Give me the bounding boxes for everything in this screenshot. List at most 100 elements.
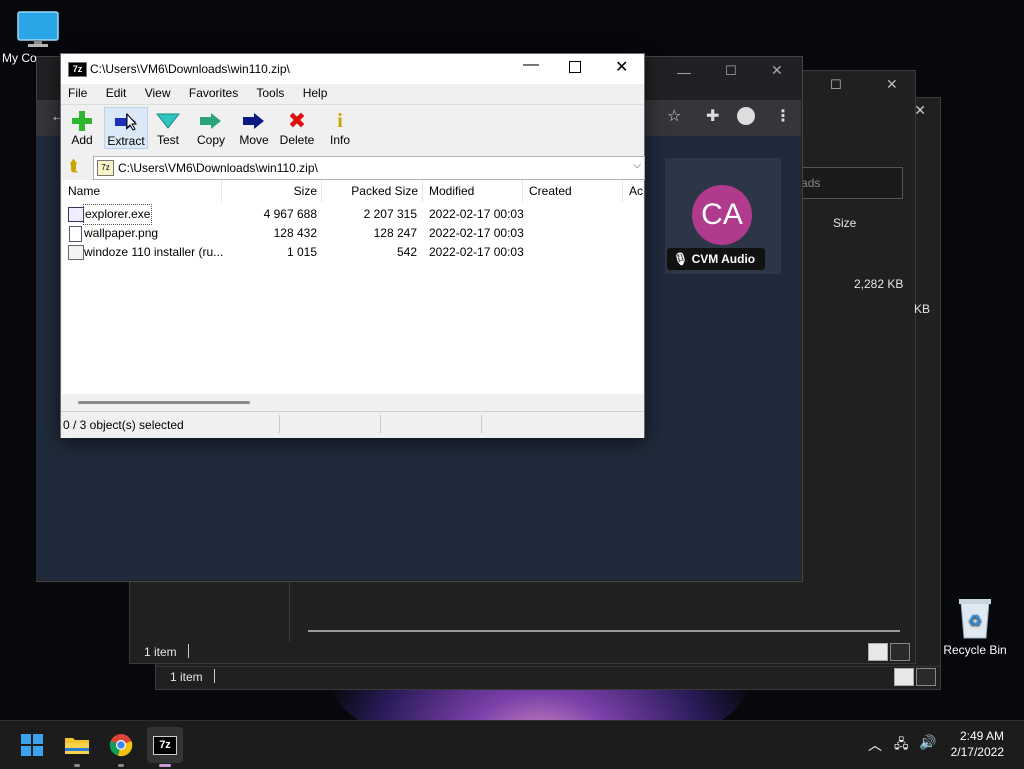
close-button[interactable]: ✕ [615,57,628,77]
chevron-up-icon[interactable]: ︿ [868,735,882,755]
column-modified[interactable]: Modified [423,180,523,202]
sevenzip-window[interactable]: 7z C:\Users\VM6\Downloads\win110.zip\ — … [60,53,645,438]
column-size[interactable]: Size [222,180,322,202]
folder-icon [65,738,89,754]
svg-text:♻: ♻ [968,613,982,630]
divider [156,666,940,667]
star-icon[interactable]: ☆ [667,106,681,126]
close-icon[interactable]: ✕ [771,62,783,79]
divider [279,415,280,433]
column-name[interactable]: Name [62,180,222,202]
address-bar[interactable]: 7z C:\Users\VM6\Downloads\win110.zip\ ⌵ [93,156,645,180]
column-size-header[interactable]: Size [802,208,903,238]
chevron-down-icon[interactable]: ⌵ [633,160,641,171]
menu-help[interactable]: Help [303,86,328,100]
test-icon [147,109,189,133]
extensions-icon[interactable]: ✚ [706,106,719,126]
file-name: explorer.exe [82,204,153,225]
menu-view[interactable]: View [145,86,171,100]
menu-edit[interactable]: Edit [106,86,127,100]
file-row[interactable]: explorer.exe 4 967 688 2 207 315 2022-02… [62,204,643,225]
menu-dots-icon[interactable]: ⋮ [775,106,791,126]
details-view-icon[interactable] [894,668,914,686]
tiles-view-icon[interactable] [916,668,936,686]
divider [380,415,381,433]
clock[interactable]: 2:49 AM 2/17/2022 [944,729,1004,759]
move-button[interactable]: Move [233,109,275,147]
move-arrow-icon [233,109,275,133]
window-title: C:\Users\VM6\Downloads\win110.zip\ [90,62,290,76]
maximize-button[interactable] [569,61,581,73]
close-icon[interactable]: ✕ [886,76,898,93]
minimize-button[interactable]: — [523,56,539,74]
7zip-app-icon: 7z [68,62,87,77]
file-modified: 2022-02-17 00:03 [429,207,524,221]
title-bar[interactable]: 7z C:\Users\VM6\Downloads\win110.zip\ — … [61,54,644,84]
column-packed-size[interactable]: Packed Size [322,180,423,202]
start-button[interactable] [14,727,50,763]
chrome-icon [109,734,133,757]
file-modified: 2022-02-17 00:03 [429,226,524,240]
active-indicator [159,764,171,767]
clock-date: 2/17/2022 [950,745,1004,759]
copy-button[interactable]: Copy [190,109,232,147]
file-list[interactable]: Name Size Packed Size Modified Created A… [62,180,643,411]
pane-divider [289,576,290,642]
menu-file[interactable]: File [68,86,87,100]
exe-file-icon [68,207,84,222]
close-icon[interactable]: ✕ [914,102,926,119]
profile-icon[interactable] [737,107,755,125]
horizontal-scrollbar[interactable] [308,630,900,632]
maximize-icon[interactable]: ☐ [830,77,842,93]
delete-x-icon: ✖ [287,108,307,133]
folder-up-icon[interactable]: ⮬ [64,157,84,177]
7zip-taskbar-button[interactable]: 7z [147,727,183,763]
volume-icon[interactable]: 🔊 [919,734,936,751]
menu-tools[interactable]: Tools [256,86,284,100]
file-explorer-taskbar-button[interactable] [59,727,95,763]
menu-favorites[interactable]: Favorites [189,86,238,100]
add-button[interactable]: Add [61,109,103,147]
copy-arrow-icon [190,109,232,133]
file-row[interactable]: wallpaper.png 128 432 128 247 2022-02-17… [62,224,643,243]
running-indicator [74,764,80,767]
monitor-icon [17,11,59,47]
image-file-icon [69,226,82,242]
desktop-icon-recycle-bin[interactable]: ♻ Recycle Bin [940,596,1010,657]
file-row[interactable]: windoze 110 installer (ru... 1 015 542 2… [62,243,643,262]
info-button[interactable]: i Info [319,109,361,148]
file-packed-size: 128 247 [373,226,417,240]
desktop-icon-label: Recycle Bin [943,643,1007,657]
column-created[interactable]: Created [523,180,623,202]
details-view-icon[interactable] [868,643,888,661]
participant-tile[interactable]: CA 🎙 CVM Audio [665,158,781,274]
tiles-view-icon[interactable] [890,643,910,661]
file-size-partial: KB [914,302,931,316]
recycle-bin-icon: ♻ [959,599,991,639]
zip-icon: 7z [97,160,114,176]
chrome-taskbar-button[interactable] [103,727,139,763]
divider [188,644,189,658]
maximize-icon[interactable]: ☐ [725,63,737,79]
delete-button[interactable]: ✖ Delete [276,108,318,147]
status-item-count: 1 item [170,670,203,684]
horizontal-scrollbar[interactable] [62,394,643,411]
test-button[interactable]: Test [147,109,189,147]
divider [214,669,215,683]
avatar: CA [692,185,752,245]
status-item-count: 1 item [144,645,177,659]
running-indicator [118,764,124,767]
minimize-icon[interactable]: — [677,64,691,80]
plus-icon [61,109,103,133]
scrollbar-thumb[interactable] [78,401,250,404]
file-size-value: 2,282 KB [854,277,904,291]
column-attributes[interactable]: Ac [623,180,643,202]
network-icon[interactable]: 🖧 [894,735,909,757]
mouse-cursor-icon [126,112,138,134]
script-file-icon [68,245,84,260]
file-size: 1 015 [286,245,317,259]
file-size: 4 967 688 [263,207,317,221]
menu-bar: File Edit View Favorites Tools Help [68,86,342,100]
address-path: C:\Users\VM6\Downloads\win110.zip\ [118,161,318,175]
divider [481,415,482,433]
